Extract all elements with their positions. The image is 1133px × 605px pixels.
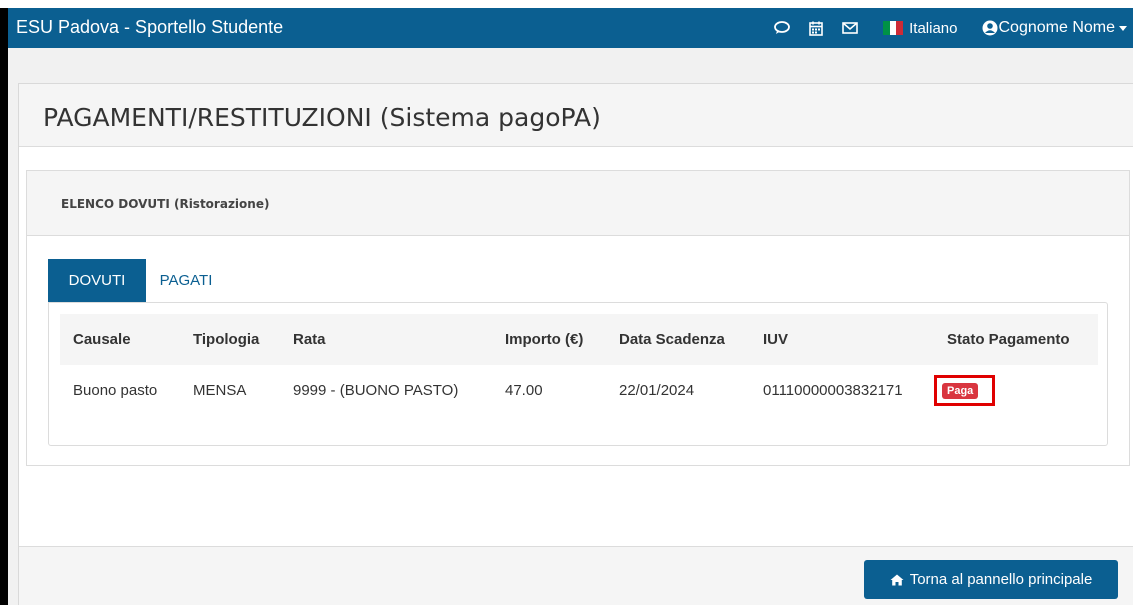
user-name: Cognome Nome — [998, 19, 1116, 36]
main-card: PAGAMENTI/RESTITUZIONI (Sistema pagoPA) … — [18, 83, 1133, 605]
envelope-icon[interactable] — [839, 17, 861, 39]
section-title: ELENCO DOVUTI (Ristorazione) — [61, 197, 270, 211]
caret-down-icon — [1119, 25, 1127, 31]
user-circle-icon — [982, 20, 997, 36]
table-header: Causale Tipologia Rata Importo (€) Data … — [60, 314, 1098, 365]
main-card-header: PAGAMENTI/RESTITUZIONI (Sistema pagoPA) — [19, 84, 1133, 147]
tab-pagati[interactable]: PAGATI — [146, 259, 226, 303]
calendar-icon[interactable] — [805, 17, 827, 39]
cell-rata: 9999 - (BUONO PASTO) — [293, 382, 459, 399]
brand-link[interactable]: ESU Padova - Sportello Studente — [16, 17, 283, 38]
navbar: ESU Padova - Sportello Studente Italiano… — [8, 8, 1133, 48]
cell-iuv: 01110000003832171 — [763, 382, 903, 399]
page-title: PAGAMENTI/RESTITUZIONI (Sistema pagoPA) — [43, 103, 601, 132]
user-menu[interactable]: Cognome Nome — [982, 19, 1127, 37]
dovuti-card: ELENCO DOVUTI (Ristorazione) DOVUTI PAGA… — [26, 170, 1130, 466]
cell-scadenza: 22/01/2024 — [619, 382, 695, 399]
back-button-label: Torna al pannello principale — [909, 571, 1093, 588]
back-to-dashboard-button[interactable]: Torna al pannello principale — [864, 560, 1118, 599]
header-importo: Importo (€) — [505, 331, 584, 348]
screenshot-frame: ESU Padova - Sportello Studente Italiano… — [0, 0, 1133, 605]
header-stato-pagamento: Stato Pagamento — [947, 331, 1070, 348]
tab-panel-dovuti: Causale Tipologia Rata Importo (€) Data … — [48, 302, 1108, 446]
main-card-footer: Torna al pannello principale — [19, 546, 1133, 605]
pay-button-highlight: Paga — [934, 375, 995, 406]
browser-viewport: ESU Padova - Sportello Studente Italiano… — [8, 8, 1133, 605]
cell-tipologia: MENSA — [193, 382, 247, 399]
home-icon — [890, 574, 904, 586]
language-selector[interactable]: Italiano — [883, 19, 958, 37]
header-causale: Causale — [73, 331, 131, 348]
header-iuv: IUV — [763, 331, 789, 348]
italian-flag-icon — [883, 21, 904, 35]
language-label: Italiano — [909, 19, 958, 37]
tab-dovuti[interactable]: DOVUTI — [48, 259, 146, 303]
navbar-right: Italiano Cognome Nome — [759, 8, 1127, 48]
pay-button[interactable]: Paga — [942, 383, 979, 399]
dovuti-card-header: ELENCO DOVUTI (Ristorazione) — [27, 171, 1129, 236]
cell-importo: 47.00 — [505, 382, 543, 399]
top-strip — [0, 0, 1133, 8]
header-rata: Rata — [293, 331, 326, 348]
header-data-scadenza: Data Scadenza — [619, 331, 725, 348]
chat-icon[interactable] — [771, 17, 793, 39]
table-row: Buono pasto MENSA 9999 - (BUONO PASTO) 4… — [60, 365, 1098, 417]
header-tipologia: Tipologia — [193, 331, 260, 348]
cell-causale: Buono pasto — [73, 382, 158, 399]
